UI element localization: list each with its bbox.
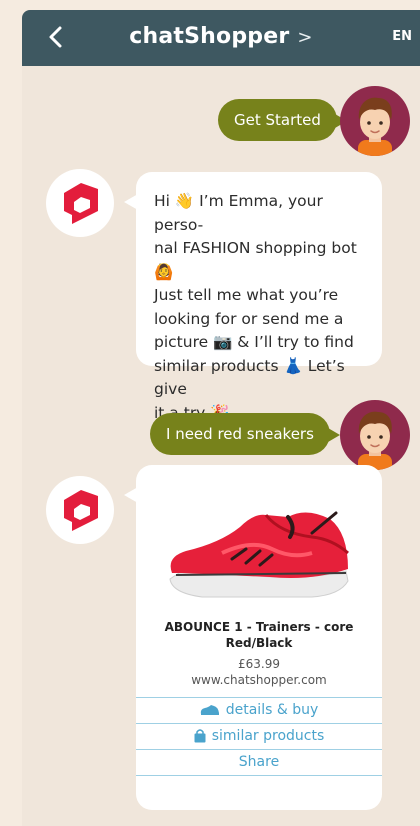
user-avatar (340, 86, 410, 156)
user-message-bubble: I need red sneakers (150, 413, 340, 455)
language-switch[interactable]: EN (392, 29, 412, 44)
bot-message-bubble: Hi 👋 I’m Emma, your perso- nal FASHION s… (124, 172, 382, 422)
shoe-icon (200, 705, 219, 715)
share-label: Share (238, 754, 280, 770)
user-avatar-icon (358, 411, 392, 470)
bot-avatar (46, 169, 114, 237)
title-chevron-icon: > (297, 27, 313, 48)
similar-label: similar products (211, 728, 325, 744)
chat-screen: chatShopper > EN Get Started Hi 👋 I’m Emm… (22, 10, 420, 826)
shopping-bag-icon (194, 729, 206, 743)
app-name: chatShopper (129, 24, 290, 49)
bot-message-text: Hi 👋 I’m Emma, your perso- nal FASHION s… (136, 172, 382, 425)
message-line: picture 📷 & I’ll try to find (154, 333, 354, 351)
top-bar: chatShopper > EN (22, 10, 420, 66)
share-button[interactable]: Share (136, 749, 382, 776)
page-title[interactable]: chatShopper > (22, 24, 420, 49)
product-website: www.chatshopper.com (191, 673, 327, 687)
user-message-bubble: Get Started (218, 99, 347, 141)
message-line: Hi 👋 I’m Emma, your perso- (154, 192, 323, 234)
product-actions: details & buy similar products Share (136, 697, 382, 776)
message-line: looking for or send me a (154, 309, 344, 328)
product-name: ABOUNCE 1 - Trainers - core Red/Black (164, 620, 354, 650)
message-line: similar products 👗 Let’s give (154, 356, 345, 399)
details-and-buy-button[interactable]: details & buy (136, 697, 382, 723)
details-label: details & buy (225, 702, 319, 718)
product-image[interactable] (162, 493, 356, 603)
user-avatar (340, 400, 410, 470)
chatshopper-logo-icon (64, 490, 98, 531)
similar-products-button[interactable]: similar products (136, 723, 382, 749)
bot-avatar (46, 476, 114, 544)
product-price: £63.99 (238, 657, 280, 671)
product-card: ABOUNCE 1 - Trainers - core Red/Black £6… (124, 465, 382, 810)
chatshopper-logo-icon (64, 183, 98, 224)
message-line: nal FASHION shopping bot 🙆 (154, 239, 357, 281)
user-avatar-icon (358, 97, 392, 156)
message-line: Just tell me what you’re (154, 286, 339, 304)
